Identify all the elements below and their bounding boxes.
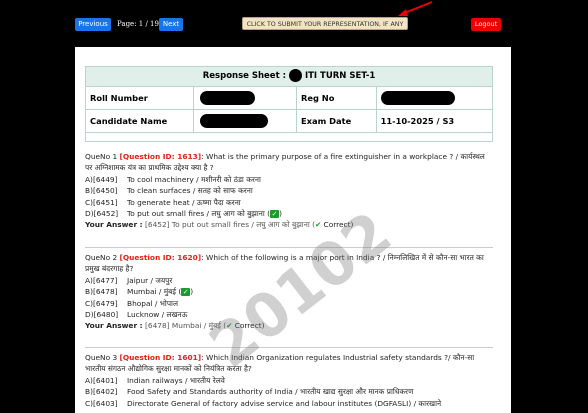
option-code: C)[6451] bbox=[85, 197, 118, 207]
option-text: Indian railways / भारतीय रेलवे bbox=[127, 375, 225, 385]
exam-date-label: Exam Date bbox=[297, 110, 377, 132]
question-block: QueNo 3 [Question ID: 1601]: Which India… bbox=[85, 352, 493, 409]
option-code: A)[6449] bbox=[85, 174, 118, 184]
option-c: C)[6403] Directorate General of factory a… bbox=[85, 398, 493, 409]
reg-no-value bbox=[377, 87, 492, 109]
roll-reg-row: Roll Number Reg No bbox=[86, 87, 492, 110]
answer-label: Your Answer : bbox=[85, 321, 143, 331]
exam-date-value: 11-10-2025 / S3 bbox=[380, 116, 455, 126]
option-code: D)[6480] bbox=[85, 310, 119, 320]
option-text: To put out small fires / लघु आग को बुझान… bbox=[127, 209, 271, 219]
sheet-title-prefix: Response Sheet : bbox=[202, 71, 286, 81]
check-box-icon: ✓ bbox=[181, 288, 191, 297]
name-date-row: Candidate Name Exam Date 11-10-2025 / S3 bbox=[86, 110, 492, 133]
option-text: To generate heat / ऊष्मा पैदा करना bbox=[127, 197, 241, 207]
option-b: B)[6450] To clean surfaces / सतह को साफ क… bbox=[85, 185, 493, 196]
option-a: A)[6401] Indian railways / भारतीय रेलवे bbox=[85, 375, 493, 386]
option-text: To cool machinery / मशीनरी को ठंडा करना bbox=[127, 174, 261, 184]
answer-label: Your Answer : bbox=[85, 220, 143, 230]
sheet-title: Response Sheet : ITI TURN SET-1 bbox=[86, 67, 492, 87]
next-button[interactable]: Next bbox=[159, 18, 183, 31]
option-code: D)[6452] bbox=[85, 209, 119, 219]
sheet-title-suffix: ITI TURN SET-1 bbox=[304, 71, 376, 81]
option-code: B)[6478] bbox=[85, 287, 118, 297]
response-sheet-page: Response Sheet : ITI TURN SET-1 Roll Num… bbox=[75, 47, 511, 413]
option-text: Directorate General of factory advise se… bbox=[127, 398, 442, 408]
check-box-icon: ✓ bbox=[270, 210, 280, 219]
option-text: To clean surfaces / सतह को साफ करना bbox=[127, 186, 253, 196]
submit-representation-button[interactable]: CLICK TO SUBMIT YOUR REPRESENTATION, IF … bbox=[242, 17, 408, 30]
option-c: C)[6451] To generate heat / ऊष्मा पैदा कर… bbox=[85, 197, 493, 208]
redaction-mark bbox=[200, 91, 256, 105]
option-text: Bhopal / भोपाल bbox=[127, 298, 178, 308]
roll-number-label: Roll Number bbox=[86, 87, 195, 109]
roll-number-value bbox=[194, 87, 297, 109]
candidate-name-value bbox=[194, 110, 297, 132]
option-code: A)[6401] bbox=[85, 375, 118, 385]
option-text: Food Safety and Standards authority of I… bbox=[127, 387, 414, 397]
red-arrow-icon bbox=[398, 1, 433, 16]
question-block: QueNo 1 [Question ID: 1613]: What is the… bbox=[85, 151, 493, 231]
option-text: Lucknow / लखनऊ bbox=[127, 310, 188, 320]
logout-button[interactable]: Logout bbox=[471, 18, 501, 31]
option-d: D)[6452] To put out small fires / लघु आग … bbox=[85, 209, 282, 219]
divider bbox=[85, 247, 493, 248]
question-number: QueNo 3 bbox=[85, 353, 120, 362]
question-text: QueNo 3 [Question ID: 1601]: Which India… bbox=[85, 352, 493, 375]
redaction-mark bbox=[380, 91, 455, 105]
option-text: Mumbai / मुंबई ( bbox=[127, 287, 182, 297]
candidate-info-table: Response Sheet : ITI TURN SET-1 Roll Num… bbox=[85, 66, 493, 142]
option-code: A)[6477] bbox=[85, 275, 118, 285]
question-number: QueNo 2 bbox=[85, 253, 120, 262]
previous-button[interactable]: Previous bbox=[75, 18, 111, 31]
option-code: C)[6479] bbox=[85, 298, 118, 308]
question-id: [Question ID: 1613] bbox=[119, 152, 202, 161]
redaction-mark bbox=[288, 69, 302, 82]
page-indicator: Page: 1 / 19 bbox=[117, 20, 159, 28]
redaction-mark bbox=[200, 114, 269, 128]
option-code: B)[6450] bbox=[85, 186, 118, 196]
candidate-name-label: Candidate Name bbox=[86, 110, 195, 132]
question-id: [Question ID: 1620] bbox=[119, 253, 202, 262]
question-number: QueNo 1 bbox=[85, 152, 120, 161]
answer-value: [6452] To put out small fires / लघु आग क… bbox=[144, 220, 315, 230]
question-text: QueNo 1 [Question ID: 1613]: What is the… bbox=[85, 151, 493, 174]
divider bbox=[85, 347, 493, 348]
option-b: B)[6402] Food Safety and Standards author… bbox=[85, 386, 493, 397]
check-mark-icon: ✔ bbox=[314, 220, 322, 230]
option-a: A)[6449] To cool machinery / मशीनरी को ठं… bbox=[85, 174, 493, 185]
question-id: [Question ID: 1601] bbox=[119, 353, 202, 362]
your-answer: Your Answer : [6452] To put out small fi… bbox=[85, 219, 493, 230]
option-code: B)[6402] bbox=[85, 387, 118, 397]
table-spacer-row bbox=[86, 133, 492, 141]
reg-no-label: Reg No bbox=[297, 87, 377, 109]
option-text: Jaipur / जयपुर bbox=[127, 275, 173, 285]
top-toolbar: Previous Page: 1 / 19 Next CLICK TO SUBM… bbox=[0, 0, 588, 40]
option-code: C)[6403] bbox=[85, 398, 118, 408]
